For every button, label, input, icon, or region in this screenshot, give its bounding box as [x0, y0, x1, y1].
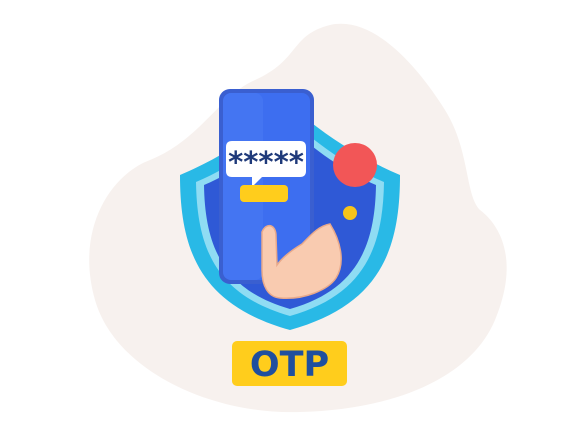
yellow-dot: [343, 206, 357, 220]
otp-illustration: ***** OTP: [89, 23, 507, 413]
red-dot: [333, 143, 377, 187]
otp-badge: OTP: [232, 341, 347, 386]
password-mask: *****: [228, 145, 304, 179]
otp-badge-label: OTP: [250, 345, 329, 385]
otp-illustration-stage: ***** OTP: [0, 0, 577, 433]
phone-button: [240, 185, 288, 202]
